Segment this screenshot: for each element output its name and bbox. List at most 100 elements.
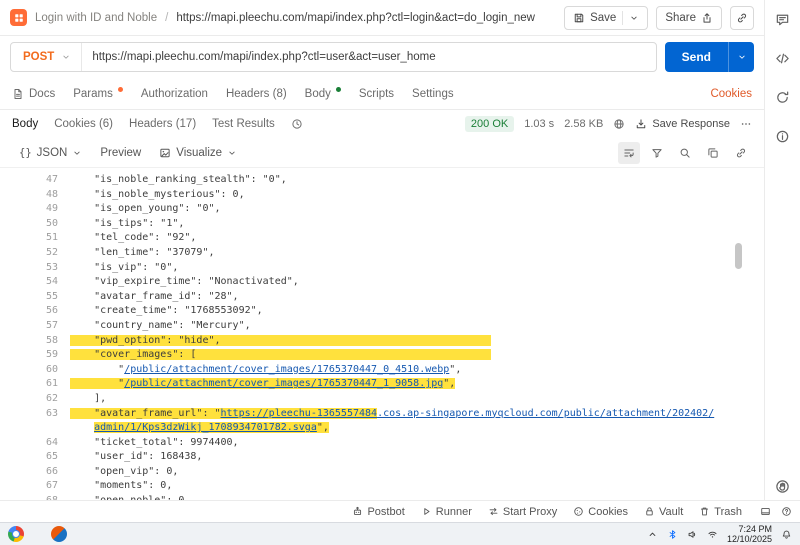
postbot-button[interactable]: Postbot [352,506,404,518]
preview-tab[interactable]: Preview [93,144,148,162]
comments-icon[interactable] [775,12,790,27]
cookies-link[interactable]: Cookies [710,88,752,100]
breadcrumb-separator: / [165,12,168,24]
code-text: "is_open_young": "0", [70,203,221,214]
copy-button[interactable] [702,142,724,164]
request-tab-docs[interactable]: Docs [12,78,55,109]
request-tab-authorization[interactable]: Authorization [141,78,208,109]
request-tab-scripts[interactable]: Scripts [359,78,394,109]
share-button[interactable]: Share [656,6,722,30]
system-tray: 7:24 PM 12/10/2025 [647,524,792,545]
link-button[interactable] [730,142,752,164]
workspace-icon[interactable] [10,9,27,26]
wifi-icon[interactable] [707,529,718,540]
visualize-tab[interactable]: Visualize [152,144,244,162]
code-line: 65 "user_id": 168438, [12,450,764,465]
response-tab-body[interactable]: Body [12,118,38,130]
doc-icon [12,88,24,100]
response-link[interactable]: admin/1/Kps3dzWikj_1708934701782.svga [94,422,317,433]
trash-button[interactable]: Trash [699,506,742,518]
speaker-icon[interactable] [687,529,698,540]
top-bar: Login with ID and Noble / https://mapi.p… [0,0,764,36]
main-panel: Login with ID and Noble / https://mapi.p… [0,0,764,500]
response-link[interactable]: /public/attachment/cover_images/17653704… [124,364,449,375]
line-number: 57 [12,319,58,334]
code-text: "len_time": "37079", [70,247,215,258]
line-number: 53 [12,261,58,276]
request-tab-body[interactable]: Body [305,78,341,109]
network-info-icon[interactable] [613,118,625,130]
response-tab-test-results[interactable]: Test Results [212,118,275,130]
code-line: 57 "country_name": "Mercury", [12,319,764,334]
vault-button[interactable]: Vault [644,506,683,518]
request-tab-headers-8[interactable]: Headers (8) [226,78,287,109]
code-text: "moments": 0, [70,480,172,491]
history-icon[interactable] [291,118,303,130]
taskbar-clock[interactable]: 7:24 PM 12/10/2025 [727,524,772,545]
notification-center-icon[interactable] [781,529,792,540]
cookie-icon [573,506,584,517]
response-body-viewer[interactable]: 47 "is_noble_ranking_stealth": "0",48 "i… [0,168,764,500]
line-number: 65 [12,450,58,465]
refresh-icon[interactable] [775,90,790,105]
bottom-panel-icon[interactable] [760,506,771,517]
braces-icon: {} [19,147,32,159]
request-tab-settings[interactable]: Settings [412,78,454,109]
start-proxy-button[interactable]: Start Proxy [488,506,557,518]
code-text: ], [70,393,106,404]
code-line: 68 "open_noble": 0, [12,494,764,500]
scrollbar-thumb[interactable] [735,243,742,269]
response-link[interactable]: .cos.ap-singapore.myqcloud.com/public/at… [377,408,714,419]
line-number: 54 [12,275,58,290]
response-link[interactable]: /public/attachment/cover_images/17653704… [124,378,443,389]
save-button[interactable]: Save [564,6,648,30]
code-text: ", [317,422,329,433]
bluetooth-icon[interactable] [667,529,678,540]
code-line: 63 "avatar_frame_url": "https://pleechu-… [12,407,764,422]
response-tab-cookies-6[interactable]: Cookies (6) [54,118,113,130]
code-text: "is_noble_ranking_stealth": "0", [70,174,287,185]
response-tab-headers-17[interactable]: Headers (17) [129,118,196,130]
link-icon [736,12,748,24]
send-button[interactable]: Send [665,42,728,72]
info-icon[interactable] [775,129,790,144]
search-button[interactable] [674,142,696,164]
line-number: 61 [12,377,58,392]
copy-link-button[interactable] [730,6,754,30]
breadcrumb-workspace[interactable]: Login with ID and Noble [35,12,157,24]
clock-date: 12/10/2025 [727,534,772,545]
save-response-button[interactable]: Save Response [635,118,730,130]
chevron-down-icon [61,52,71,62]
code-text: "avatar_frame_url": " [70,408,221,419]
code-line: 61 "/public/attachment/cover_images/1765… [12,377,764,392]
breadcrumb-request-title[interactable]: https://mapi.pleechu.com/mapi/index.php?… [176,12,535,24]
pinned-app-icon[interactable] [51,526,67,542]
response-link[interactable]: https://pleechu-1365557484 [221,408,378,419]
method-selector[interactable]: POST [11,43,82,71]
request-tab-params[interactable]: Params [73,78,123,109]
help-icon[interactable] [781,506,792,517]
line-number: 58 [12,334,58,349]
line-number: 48 [12,188,58,203]
browser-app-icon[interactable] [8,526,24,542]
response-time: 1.03 s [524,118,554,130]
request-url-input[interactable]: https://mapi.pleechu.com/mapi/index.php?… [82,51,445,63]
code-line: 56 "create_time": "1768553092", [12,304,764,319]
runner-button[interactable]: Runner [421,506,472,518]
line-number: 63 [12,407,58,422]
send-options-button[interactable] [728,42,754,72]
format-dropdown[interactable]: {} JSON [12,144,89,162]
code-line: 51 "tel_code": "92", [12,231,764,246]
code-snippet-icon[interactable] [775,51,790,66]
filter-button[interactable] [646,142,668,164]
line-number: 50 [12,217,58,232]
tab-label: Params [73,88,113,100]
tab-label: Authorization [141,88,208,100]
chevron-down-icon[interactable] [629,13,639,23]
more-options-icon[interactable] [740,118,752,130]
tray-chevron-up-icon[interactable] [647,529,658,540]
cookies-button[interactable]: Cookies [573,506,628,518]
modified-dot [118,87,123,92]
accessibility-icon[interactable] [775,479,790,494]
wrap-text-button[interactable] [618,142,640,164]
